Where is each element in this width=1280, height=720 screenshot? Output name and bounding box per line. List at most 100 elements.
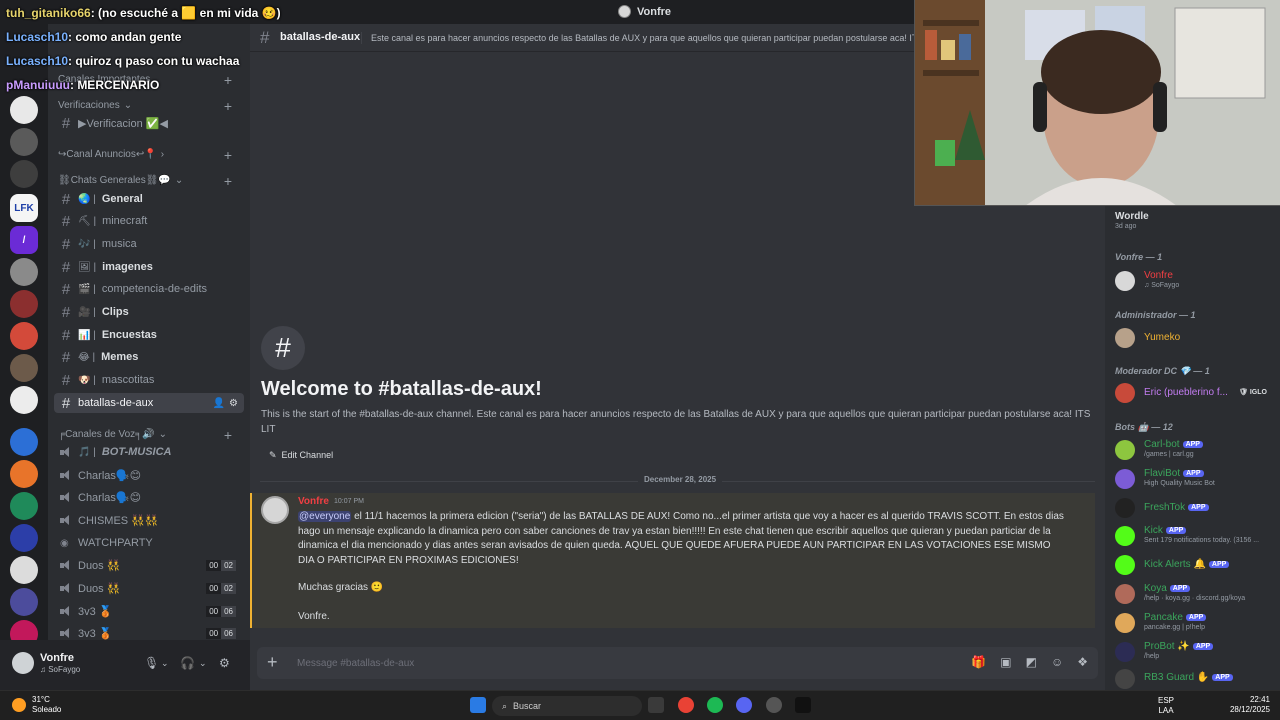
channel-general[interactable]: # 🌏 | General <box>54 189 244 209</box>
server-icon[interactable] <box>10 492 38 520</box>
member-item[interactable]: ProBot ✨ APP /help <box>1115 640 1277 664</box>
member-group-header: Administrador — 1 <box>1115 310 1196 320</box>
channel-clips[interactable]: # 🎥 | Clips <box>54 302 244 322</box>
voice-channel-duos[interactable]: Duos 👯 00 02 <box>54 555 244 575</box>
emoji-icon[interactable]: ☺ <box>1051 655 1063 669</box>
voice-channel-bot-musica[interactable]: 🎵 | BOT-MUSICA <box>54 442 244 462</box>
avatar[interactable] <box>261 496 289 524</box>
channel-imagenes[interactable]: # 🖼 | imagenes <box>54 257 244 277</box>
server-icon[interactable] <box>10 588 38 616</box>
category-anuncios[interactable]: ↪Canal Anuncios↩📍 › + <box>58 147 240 163</box>
divider <box>361 32 362 44</box>
category-verificaciones[interactable]: Verificaciones ⌄ + <box>58 98 240 114</box>
server-icon[interactable] <box>10 428 38 456</box>
chevron-down-icon[interactable]: ⌄ <box>161 658 169 669</box>
sticker-icon[interactable]: ◩ <box>1026 655 1037 669</box>
edit-channel-button[interactable]: ✎ Edit Channel <box>261 446 341 464</box>
member-item[interactable]: FlaviBot APP High Quality Music Bot <box>1115 467 1277 491</box>
category-voz[interactable]: ╒Canales de Voz╕🔊 ⌄ + <box>58 427 240 443</box>
server-icon[interactable]: / <box>10 226 38 254</box>
add-channel-icon[interactable]: + <box>224 147 232 163</box>
channel-batallas-de-aux[interactable]: # batallas-de-aux 👤 ⚙ <box>54 393 244 413</box>
member-item[interactable]: Carl-bot APP /games | carl.gg <box>1115 438 1277 462</box>
clock[interactable]: 22:41 28/12/2025 <box>1230 695 1270 715</box>
chrome-icon[interactable] <box>678 697 694 713</box>
mention[interactable]: @everyone <box>298 511 352 522</box>
voice-channel-watchparty[interactable]: ◉ WATCHPARTY <box>54 533 244 553</box>
member-item[interactable]: Kick Alerts 🔔 APP <box>1115 553 1277 577</box>
server-icon[interactable] <box>10 386 38 414</box>
obs-icon[interactable] <box>766 697 782 713</box>
language-indicator[interactable]: ESP LAA <box>1158 696 1174 716</box>
add-channel-icon[interactable]: + <box>224 427 232 443</box>
add-channel-icon[interactable]: + <box>224 173 232 189</box>
user-name[interactable]: Vonfre <box>40 652 74 664</box>
apps-icon[interactable]: ❖ <box>1077 655 1088 669</box>
server-icon[interactable] <box>10 128 38 156</box>
member-item[interactable]: RB3 Guard ✋ APP <box>1115 667 1277 691</box>
member-status: /games | carl.gg <box>1144 451 1194 458</box>
server-icon[interactable] <box>10 290 38 318</box>
windows-start-icon[interactable] <box>470 697 486 713</box>
weather-widget[interactable]: 31°C Soleado <box>12 695 61 715</box>
member-item[interactable]: Koya APP /help · koya.gg · discord.gg/koy… <box>1115 582 1277 606</box>
voice-channel-duos[interactable]: Duos 👯 00 02 <box>54 578 244 598</box>
member-item[interactable]: Pancake APP pancake.gg | p!help <box>1115 611 1277 635</box>
gif-icon[interactable]: ▣ <box>1000 655 1011 669</box>
channel-topic[interactable]: Este canal es para hacer anuncios respec… <box>371 33 916 43</box>
category-label: ↪Canal Anuncios↩📍 <box>58 149 157 160</box>
channel-minecraft[interactable]: # ⛏ | minecraft <box>54 211 244 231</box>
add-channel-icon[interactable]: + <box>224 72 232 88</box>
activity-time: 3d ago <box>1115 223 1137 230</box>
chevron-down-icon[interactable]: ⌄ <box>199 658 207 669</box>
server-icon[interactable] <box>10 160 38 188</box>
server-icon[interactable] <box>10 556 38 584</box>
voice-channel-chismes[interactable]: CHISMES 👯‍♀️👯 <box>54 510 244 530</box>
member-item[interactable]: Vonfre ♫ SoFaygo <box>1115 269 1277 293</box>
avatar <box>1115 526 1135 546</box>
channel-competencia-de-edits[interactable]: # 🎬 | competencia-de-edits <box>54 279 244 299</box>
member-item[interactable]: Eric (pueblerino f... 🛡 IGLO <box>1115 381 1277 405</box>
server-icon[interactable] <box>10 354 38 382</box>
message[interactable]: Vonfre 10:07 PM @everyone el 11/1 hacemo… <box>250 493 1095 628</box>
avatar[interactable] <box>12 652 34 674</box>
taskbar-search[interactable]: ⌕ Buscar <box>492 696 642 716</box>
member-item[interactable]: Kick APP Sent 179 notifications today. (3… <box>1115 524 1277 548</box>
gear-icon[interactable]: ⚙ <box>229 398 238 409</box>
file-explorer-icon[interactable] <box>648 697 664 713</box>
gift-icon[interactable]: 🎁 <box>971 655 986 669</box>
channel-encuestas[interactable]: # 📊 | Encuestas <box>54 325 244 345</box>
hash-icon: # <box>61 303 71 321</box>
spotify-icon[interactable] <box>707 697 723 713</box>
server-icon[interactable]: LFK <box>10 194 38 222</box>
channel-mascotitas[interactable]: # 🐶 | mascotitas <box>54 370 244 390</box>
member-item[interactable]: Yumeko <box>1115 326 1277 350</box>
gear-icon[interactable]: ⚙ <box>219 656 230 670</box>
add-attachment-icon[interactable]: + <box>267 652 278 673</box>
voice-channel-charlas[interactable]: Charlas🗣️😊 <box>54 465 244 485</box>
server-icon[interactable] <box>10 460 38 488</box>
server-icon[interactable] <box>10 258 38 286</box>
message-input[interactable] <box>297 654 897 672</box>
member-item[interactable]: FreshTok APP <box>1115 496 1277 520</box>
server-icon[interactable] <box>10 322 38 350</box>
invite-icon[interactable]: 👤 <box>213 398 225 409</box>
discord-icon[interactable] <box>736 697 752 713</box>
channel-memes[interactable]: # 😂 | Memes <box>54 347 244 367</box>
server-icon[interactable] <box>10 524 38 552</box>
overlay-chat-text: : MERCENARIO <box>69 78 160 92</box>
category-generales[interactable]: ⛓Chats Generales⛓💬 ⌄ + <box>58 173 240 189</box>
message-author[interactable]: Vonfre <box>298 496 329 507</box>
server-rail: LFK / <box>0 24 48 690</box>
headphones-icon[interactable]: 🎧 <box>180 656 195 670</box>
server-icon[interactable] <box>10 96 38 124</box>
channel-musica[interactable]: # 🎶 | musica <box>54 234 244 254</box>
add-channel-icon[interactable]: + <box>224 98 232 114</box>
microphone-icon[interactable]: 🎙 <box>144 656 159 670</box>
language-code: ESP <box>1158 696 1175 705</box>
voice-channel-charlas[interactable]: Charlas🗣️😊 <box>54 487 244 507</box>
tiktok-icon[interactable] <box>795 697 811 713</box>
activity-item[interactable]: Wordle 3d ago <box>1115 210 1277 234</box>
voice-channel-3v3[interactable]: 3v3 🥉 00 06 <box>54 601 244 621</box>
channel-verificacion[interactable]: # ▶Verificacion ✅◀ <box>54 113 244 133</box>
